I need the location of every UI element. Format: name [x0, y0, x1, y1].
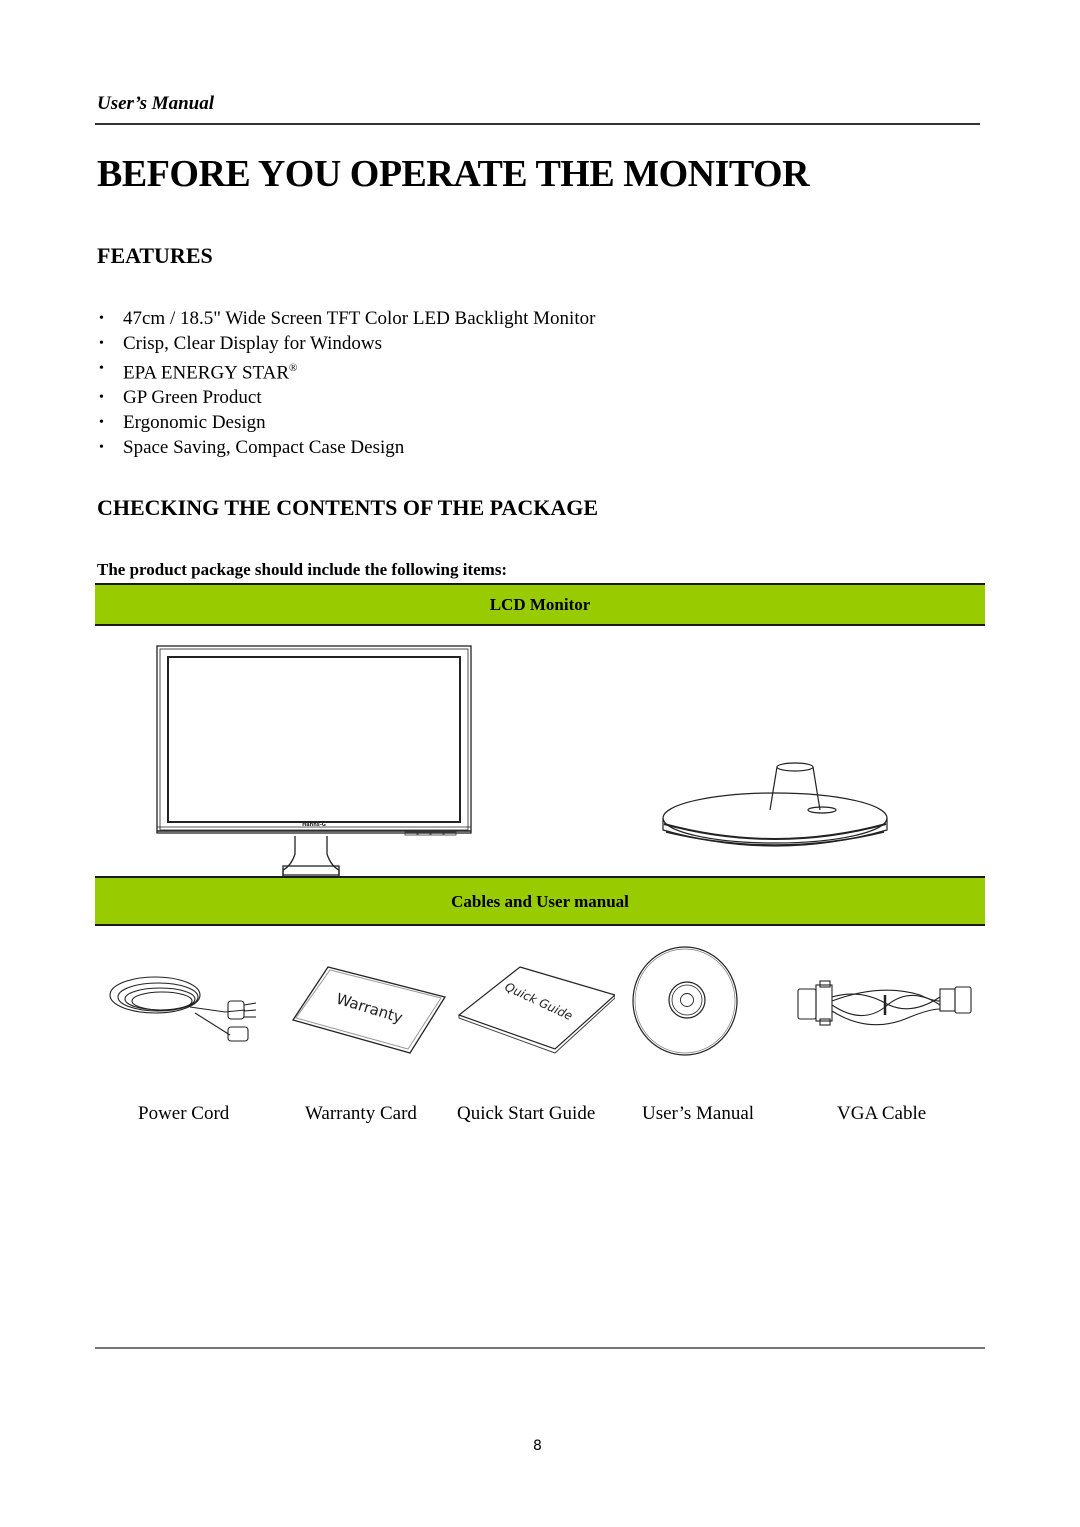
header-divider	[95, 123, 980, 125]
feature-text: 47cm / 18.5" Wide Screen TFT Color LED B…	[123, 308, 596, 329]
bullet-icon: •	[99, 336, 104, 351]
page-number: 8	[533, 1438, 542, 1454]
bullet-icon: •	[99, 390, 104, 406]
item-label-vga-cable: VGA Cable	[837, 1103, 927, 1124]
feature-text: EPA ENERGY STAR	[123, 362, 289, 384]
bullet-icon: •	[99, 311, 104, 326]
feature-item: • EPA ENERGY STAR®	[97, 356, 595, 385]
stand-base-illustration	[662, 762, 888, 847]
feature-text: Crisp, Clear Display for Windows	[123, 333, 383, 354]
package-intro: The product package should include the f…	[97, 560, 508, 579]
cd-illustration	[632, 946, 738, 1056]
power-cord-illustration	[109, 976, 257, 1042]
section-band-cables-manual: Cables and User manual	[95, 876, 985, 926]
feature-item: • Space Saving, Compact Case Design	[97, 435, 595, 460]
feature-item: • 47cm / 18.5" Wide Screen TFT Color LED …	[97, 306, 595, 331]
footer-divider	[95, 1347, 985, 1349]
feature-text: GP Green Product	[123, 387, 262, 409]
monitor-illustration: Hanns-G	[156, 645, 472, 876]
feature-item: • Ergonomic Design	[97, 410, 595, 435]
item-label-power-cord: Power Cord	[138, 1103, 230, 1124]
features-list: • 47cm / 18.5" Wide Screen TFT Color LED …	[97, 306, 595, 460]
bullet-icon: •	[99, 440, 104, 456]
feature-text: Ergonomic Design	[123, 412, 266, 434]
package-heading: CHECKING THE CONTENTS OF THE PACKAGE	[97, 495, 598, 520]
brand-mark: Hanns-G	[302, 822, 326, 828]
quick-guide-illustration: Quick Guide	[457, 966, 615, 1054]
package-item-labels: Power Cord Warranty Card Quick Start Gui…	[95, 1103, 985, 1129]
warranty-card-illustration: Warranty	[291, 966, 447, 1054]
page-title: BEFORE YOU OPERATE THE MONITOR	[97, 153, 810, 195]
feature-item: • Crisp, Clear Display for Windows	[97, 331, 595, 356]
registered-mark: ®	[289, 362, 298, 374]
item-label-quick-start-guide: Quick Start Guide	[457, 1103, 596, 1124]
bullet-icon: •	[99, 415, 104, 431]
vga-cable-illustration	[797, 980, 972, 1026]
bullet-icon: •	[99, 361, 104, 376]
section-band-lcd-monitor: LCD Monitor	[95, 583, 985, 626]
item-label-warranty-card: Warranty Card	[305, 1103, 417, 1124]
header-label: User’s Manual	[97, 93, 215, 114]
feature-item: • GP Green Product	[97, 385, 595, 410]
item-label-users-manual: User’s Manual	[642, 1103, 755, 1124]
features-heading: FEATURES	[97, 243, 213, 268]
feature-text: Space Saving, Compact Case Design	[123, 437, 405, 459]
